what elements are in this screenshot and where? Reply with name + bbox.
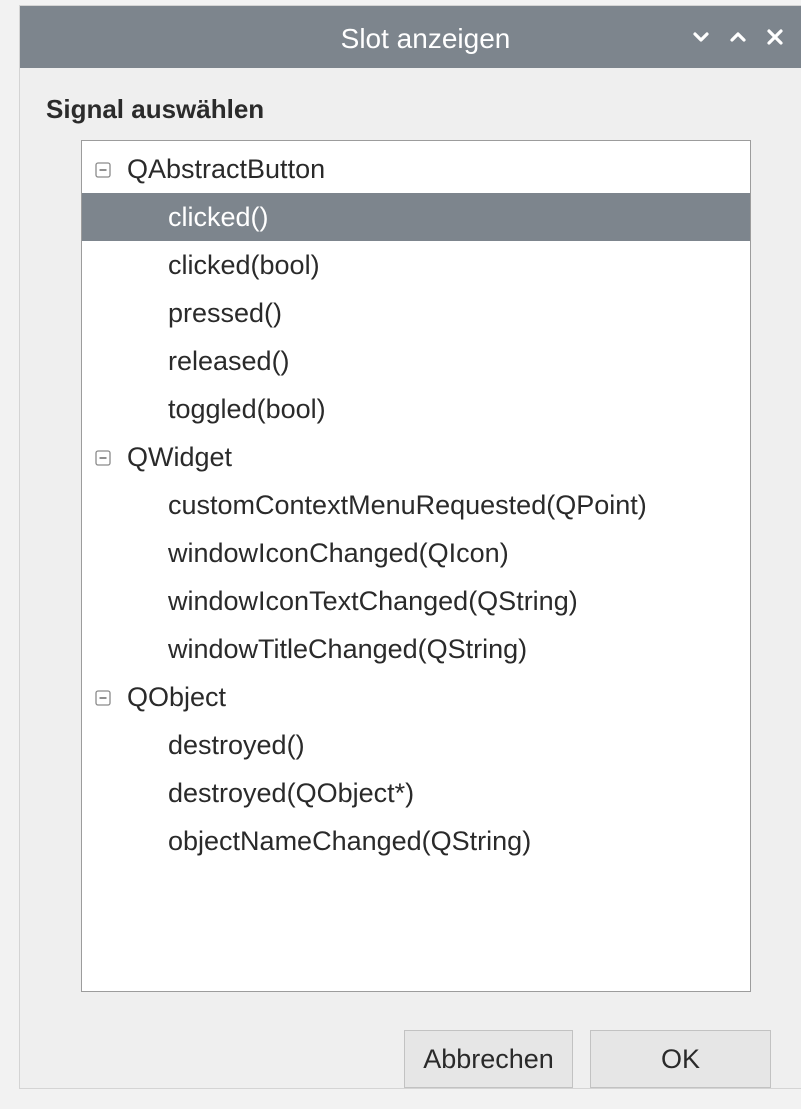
tree-group-label: QAbstractButton: [127, 154, 326, 184]
minimize-button[interactable]: [686, 22, 716, 52]
tree-item-signal[interactable]: clicked(bool): [82, 241, 750, 289]
title-bar[interactable]: Slot anzeigen: [20, 6, 801, 68]
close-button[interactable]: [760, 22, 790, 52]
minus-box-icon[interactable]: [95, 162, 111, 178]
ok-button[interactable]: OK: [590, 1030, 771, 1088]
tree-item-label: clicked(): [168, 202, 269, 232]
tree-item-label: toggled(bool): [168, 394, 326, 424]
cancel-button[interactable]: Abbrechen: [404, 1030, 573, 1088]
tree-item-signal[interactable]: objectNameChanged(QString): [82, 817, 750, 865]
tree-item-signal[interactable]: windowIconTextChanged(QString): [82, 577, 750, 625]
tree-item-signal[interactable]: toggled(bool): [82, 385, 750, 433]
dialog-window: Slot anzeigen Signal auswählen QAbstract…: [20, 6, 801, 1088]
tree-group-label: QObject: [127, 682, 227, 712]
tree-item-signal[interactable]: clicked(): [82, 193, 750, 241]
minus-box-icon[interactable]: [95, 690, 111, 706]
tree-item-label: windowIconTextChanged(QString): [168, 586, 578, 616]
signal-select-label: Signal auswählen: [46, 94, 265, 124]
tree-item-signal[interactable]: released(): [82, 337, 750, 385]
tree-item-signal[interactable]: windowTitleChanged(QString): [82, 625, 750, 673]
signal-tree[interactable]: QAbstractButton clicked() clicked(bool) …: [81, 140, 751, 992]
tree-item-label: destroyed(QObject*): [168, 778, 415, 808]
tree-item-label: destroyed(): [168, 730, 305, 760]
tree-item-signal[interactable]: windowIconChanged(QIcon): [82, 529, 750, 577]
tree-item-label: pressed(): [168, 298, 283, 328]
tree-item-label: customContextMenuRequested(QPoint): [168, 490, 647, 520]
tree-item-label: windowTitleChanged(QString): [168, 634, 528, 664]
chevron-up-icon: [730, 32, 746, 42]
close-icon: [767, 29, 783, 45]
tree-item-signal[interactable]: destroyed(): [82, 721, 750, 769]
tree-group-qabstractbutton[interactable]: QAbstractButton: [82, 145, 750, 193]
tree-item-label: windowIconChanged(QIcon): [168, 538, 509, 568]
tree-item-signal[interactable]: pressed(): [82, 289, 750, 337]
tree-item-signal[interactable]: destroyed(QObject*): [82, 769, 750, 817]
tree-item-label: objectNameChanged(QString): [168, 826, 532, 856]
chevron-down-icon: [693, 32, 709, 42]
tree-item-label: released(): [168, 346, 290, 376]
maximize-button[interactable]: [723, 22, 753, 52]
tree-item-label: clicked(bool): [168, 250, 320, 280]
tree-group-label: QWidget: [127, 442, 233, 472]
tree-group-qobject[interactable]: QObject: [82, 673, 750, 721]
tree-item-signal[interactable]: customContextMenuRequested(QPoint): [82, 481, 750, 529]
window-title: Slot anzeigen: [340, 23, 511, 54]
tree-group-qwidget[interactable]: QWidget: [82, 433, 750, 481]
minus-box-icon[interactable]: [95, 450, 111, 466]
